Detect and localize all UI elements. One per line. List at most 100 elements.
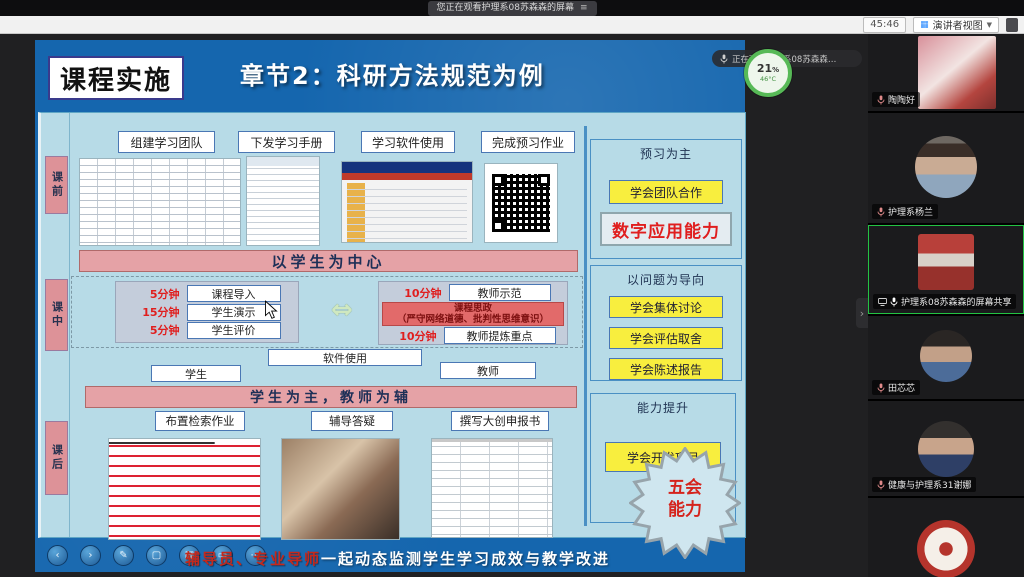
chevron-down-icon: ▼ [987,21,992,29]
teamwork-skill-box: 学会团队合作 [609,180,723,204]
presentation-box: 学会陈述报告 [609,358,723,380]
proposal-box: 撰写大创申报书 [451,411,549,431]
avatar [918,421,974,477]
screenshot-body [347,183,467,243]
cpu-percent-value: 21 [757,62,772,75]
participant-tile[interactable] [868,498,1024,577]
qr-finder [492,220,504,232]
participant-name-tag: 田芯芯 [872,380,920,395]
footer-rest-text: 一起动态监测学生学习成效与教学改进 [321,550,610,568]
time-label: 5分钟 [134,286,180,302]
chevron-right-icon: › [860,307,864,320]
watching-screen-pill[interactable]: 您正在观看护理系08苏森森的屏幕 ≡ [428,1,597,16]
participant-tile[interactable]: 健康与护理系31谢娜 [868,401,1024,496]
preview-goal-box: 预习为主 学会团队合作 数字应用能力 [590,139,742,259]
screen-share-icon [878,298,887,306]
classroom-photo-image [281,438,400,540]
burst-line-1: 五会 [629,477,741,499]
participant-tile[interactable]: 护理系杨兰 [868,113,1024,223]
participant-name-tag: 护理系08苏森森的屏幕共享 [873,294,1016,309]
proposal-table-image [431,438,553,538]
menu-icon[interactable]: ≡ [580,2,588,15]
avatar [918,234,974,290]
ideology-box: 课程思政 （严守网络道德、批判性思维意识） [382,302,564,326]
next-button[interactable]: › [80,545,101,566]
five-abilities-burst: 五会 能力 [629,447,741,559]
participant-tile[interactable]: 田芯芯 [868,316,1024,399]
participant-name: 护理系杨兰 [888,205,933,218]
participant-name: 护理系08苏森森的屏幕共享 [901,295,1011,308]
mic-icon [877,383,885,393]
teacher-box: 教师 [440,362,536,379]
in-class-row: 10分钟 教师提炼重点 [379,327,567,344]
tutoring-box: 辅导答疑 [311,411,393,431]
avatar-school-logo [917,520,975,577]
participant-name: 陶陶好 [888,93,915,106]
step-build-team: 组建学习团队 [118,131,215,153]
team-roster-table-image [79,158,241,246]
qr-code-image [484,163,558,243]
red-text-document-image [108,438,261,540]
mic-icon [890,297,898,307]
slide-footer-text: 辅导员、专业导师一起动态监测学生学习成效与教学改进 [185,548,610,569]
in-class-row: 10分钟 教师示范 [379,284,567,301]
study-handbook-image [246,156,320,246]
participant-name: 健康与护理系31谢娜 [888,478,971,491]
step-preview-homework: 完成预习作业 [481,131,575,153]
right-column-divider [584,126,587,526]
avatar [915,136,977,198]
watching-screen-label: 您正在观看护理系08苏森森的屏幕 [437,2,574,15]
phase-label-before-class: 课前 [45,156,68,214]
pen-button[interactable]: ✎ [113,545,134,566]
teacher-summary-box: 教师提炼重点 [444,327,556,344]
shared-screen-slide: 课程实施 章节2：科研方法规范为例 课前 课中 课后 组建学习团队 下发学习手册… [35,40,745,572]
teacher-demo-box: 教师示范 [449,284,551,301]
participant-tile-sharing[interactable]: 护理系08苏森森的屏幕共享 [868,225,1024,314]
burst-line-2: 能力 [629,499,741,521]
avatar [920,330,972,382]
mouse-cursor [264,300,278,320]
time-label: 5分钟 [134,322,180,338]
in-class-right-box: 10分钟 教师示范 课程思政 （严守网络道德、批判性思维意识） 10分钟 教师提… [378,281,568,345]
prev-button[interactable]: ‹ [47,545,68,566]
preview-goal-title: 预习为主 [591,145,741,162]
toolbar-extra-button[interactable] [1006,18,1018,32]
software-use-box: 软件使用 [268,349,422,366]
cpu-temp-gauge[interactable]: 21% 46°C [744,49,792,97]
speaker-view-button[interactable]: ▦ 演讲者视图 ▼ [913,17,999,33]
ability-improve-title: 能力提升 [591,399,735,416]
screenshot-banner [342,173,472,180]
meeting-toolbar: 45:46 ▦ 演讲者视图 ▼ [0,16,1024,34]
footer-highlight-text: 辅导员、专业导师 [185,550,321,568]
search-homework-box: 布置检索作业 [155,411,245,431]
sidebar-collapse-handle[interactable]: › [856,298,868,328]
meeting-app-window: 您正在观看护理系08苏森森的屏幕 ≡ 45:46 ▦ 演讲者视图 ▼ 课程实施 … [0,0,1024,577]
flowchart-panel: 课前 课中 课后 组建学习团队 下发学习手册 学习软件使用 完成预习作业 [38,112,746,538]
student-box: 学生 [151,365,241,382]
participants-sidebar: 陶陶好 护理系杨兰 护理系08苏森森的屏幕共享 田芯芯 [868,34,1024,577]
qr-finder [492,174,504,186]
participant-name-tag: 陶陶好 [872,92,920,107]
participant-video [918,36,996,109]
time-label: 15分钟 [134,304,180,320]
problem-oriented-title: 以问题为导向 [591,271,741,288]
participant-name-tag: 健康与护理系31谢娜 [872,477,976,492]
mic-icon [720,54,728,64]
time-label: 10分钟 [396,285,442,301]
participant-tile[interactable]: 陶陶好 [868,34,1024,111]
qr-pattern [492,174,550,232]
digital-ability-box: 数字应用能力 [600,212,732,246]
double-arrow-icon: ⇔ [331,295,353,325]
after-class-banner: 学生为主，教师为辅 [85,386,577,408]
participant-name-tag: 护理系杨兰 [872,204,938,219]
step-software: 学习软件使用 [361,131,455,153]
percent-sign: % [772,66,779,74]
evaluation-box: 学会评估取舍 [609,327,723,349]
qr-finder [538,174,550,186]
problem-oriented-box: 以问题为导向 学会集体讨论 学会评估取舍 学会陈述报告 [590,265,742,381]
five-abilities-text: 五会 能力 [629,477,741,521]
software-screenshot-image [341,161,473,243]
pointer-button[interactable]: ▢ [146,545,167,566]
student-eval-box: 学生评价 [187,322,281,339]
step-handbook: 下发学习手册 [238,131,335,153]
